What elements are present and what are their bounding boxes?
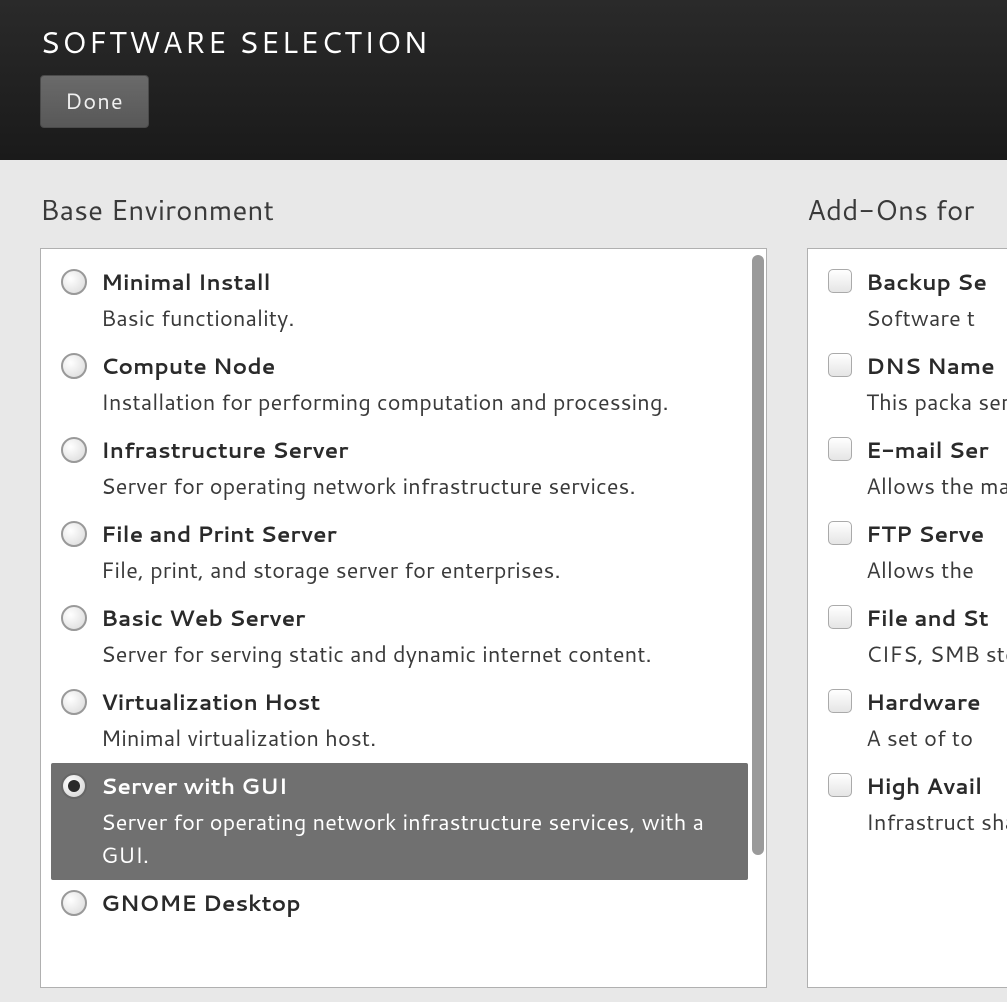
header-bar: SOFTWARE SELECTION Done	[0, 0, 1007, 160]
environment-option[interactable]: GNOME Desktop	[51, 880, 748, 931]
option-description: Server for serving static and dynamic in…	[101, 638, 738, 671]
addon-option[interactable]: Backup Se Software t	[818, 259, 1007, 343]
addon-description: Allows the	[866, 554, 997, 587]
radio-icon[interactable]	[61, 689, 87, 715]
addon-title: High Avail	[866, 771, 1007, 802]
addon-option[interactable]: High Avail Infrastruct shared sto	[818, 763, 1007, 847]
option-description: Server for operating network infrastruct…	[101, 806, 738, 872]
addons-title: Add-Ons for	[807, 190, 1007, 230]
addon-title: File and St	[866, 603, 1007, 634]
checkbox-icon[interactable]	[828, 353, 852, 377]
environment-option[interactable]: Basic Web Server Server for serving stati…	[51, 595, 748, 679]
addon-option[interactable]: Hardware A set of to	[818, 679, 1007, 763]
radio-icon[interactable]	[61, 437, 87, 463]
option-title: Basic Web Server	[101, 603, 738, 634]
option-title: Infrastructure Server	[101, 435, 738, 466]
addon-title: E-mail Ser	[866, 435, 1007, 466]
scrollbar-thumb[interactable]	[752, 255, 764, 855]
content-area: Base Environment Minimal Install Basic fu…	[0, 160, 1007, 988]
option-title: Server with GUI	[101, 771, 738, 802]
addon-option[interactable]: E-mail Ser Allows the mail server	[818, 427, 1007, 511]
environment-option[interactable]: Virtualization Host Minimal virtualizatio…	[51, 679, 748, 763]
addon-title: FTP Serve	[866, 519, 997, 550]
option-description: Minimal virtualization host.	[101, 722, 738, 755]
environment-option[interactable]: Compute Node Installation for performing …	[51, 343, 748, 427]
environment-option[interactable]: Infrastructure Server Server for operatin…	[51, 427, 748, 511]
checkbox-icon[interactable]	[828, 689, 852, 713]
radio-icon[interactable]	[61, 521, 87, 547]
addon-option[interactable]: DNS Name This packa server (BIN	[818, 343, 1007, 427]
addon-description: CIFS, SMB storage se	[866, 638, 1007, 671]
addon-description: Infrastruct shared sto	[866, 806, 1007, 839]
option-title: Minimal Install	[101, 267, 738, 298]
environment-option[interactable]: File and Print Server File, print, and st…	[51, 511, 748, 595]
environment-option[interactable]: Minimal Install Basic functionality.	[51, 259, 748, 343]
option-title: Virtualization Host	[101, 687, 738, 718]
page-title: SOFTWARE SELECTION	[40, 20, 967, 63]
checkbox-icon[interactable]	[828, 269, 852, 293]
addon-title: Backup Se	[866, 267, 997, 298]
base-environment-column: Base Environment Minimal Install Basic fu…	[40, 190, 767, 988]
addon-option[interactable]: File and St CIFS, SMB storage se	[818, 595, 1007, 679]
radio-icon[interactable]	[61, 353, 87, 379]
option-title: File and Print Server	[101, 519, 738, 550]
option-title: Compute Node	[101, 351, 738, 382]
environment-option[interactable]: Server with GUI Server for operating netw…	[51, 763, 748, 880]
addons-list: Backup Se Software t DNS Name This packa se…	[807, 248, 1007, 988]
checkbox-icon[interactable]	[828, 773, 852, 797]
radio-icon[interactable]	[61, 605, 87, 631]
base-environment-list: Minimal Install Basic functionality. Compu…	[40, 248, 767, 988]
addon-description: Allows the mail server	[866, 470, 1007, 503]
option-description: Server for operating network infrastruct…	[101, 470, 738, 503]
addon-description: A set of to	[866, 722, 997, 755]
addons-column: Add-Ons for Backup Se Software t DNS Name T…	[807, 190, 1007, 988]
radio-icon[interactable]	[61, 773, 87, 799]
addon-description: Software t	[866, 302, 997, 335]
option-title: GNOME Desktop	[101, 888, 738, 919]
option-description: File, print, and storage server for ente…	[101, 554, 738, 587]
addon-title: Hardware	[866, 687, 997, 718]
checkbox-icon[interactable]	[828, 521, 852, 545]
option-description: Basic functionality.	[101, 302, 738, 335]
addon-title: DNS Name	[866, 351, 1007, 382]
radio-icon[interactable]	[61, 269, 87, 295]
base-environment-title: Base Environment	[40, 190, 767, 230]
radio-icon[interactable]	[61, 890, 87, 916]
addon-option[interactable]: FTP Serve Allows the	[818, 511, 1007, 595]
done-button[interactable]: Done	[40, 75, 149, 128]
checkbox-icon[interactable]	[828, 437, 852, 461]
option-description: Installation for performing computation …	[101, 386, 738, 419]
addon-description: This packa server (BIN	[866, 386, 1007, 419]
checkbox-icon[interactable]	[828, 605, 852, 629]
